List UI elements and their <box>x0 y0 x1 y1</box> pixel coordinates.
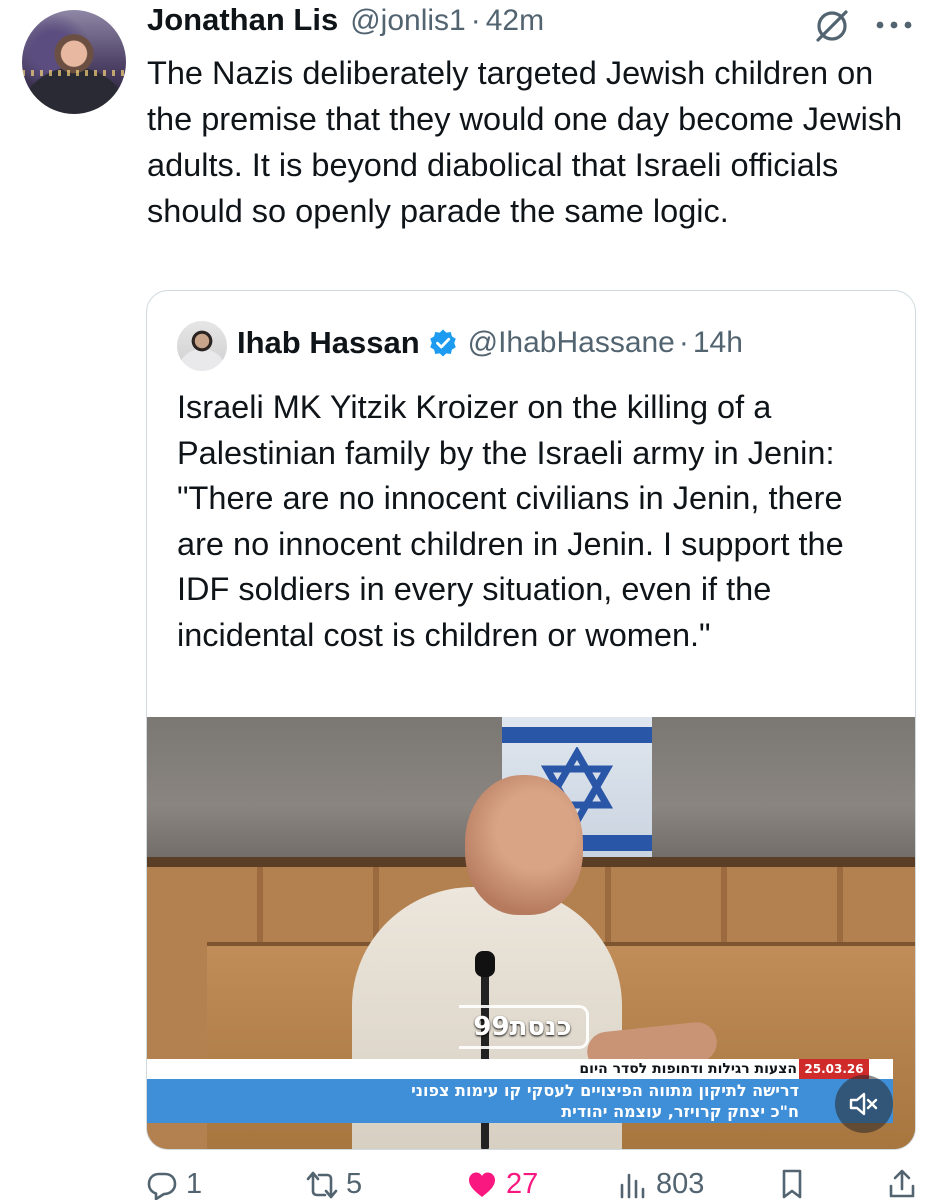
reply-icon <box>147 1172 177 1200</box>
like-count: 27 <box>506 1168 539 1200</box>
repost-button[interactable]: 5 <box>306 1168 362 1200</box>
news-ticker-header: הצעות רגילות ודחופות לסדר היום 25.03.26 <box>147 1059 893 1079</box>
more-icon[interactable] <box>872 10 916 40</box>
speaker-muted-icon <box>849 1092 878 1116</box>
share-button[interactable] <box>886 1168 918 1200</box>
quoted-tweet-header: Ihab Hassan @IhabHassane · 14h <box>237 323 743 363</box>
bookmark-icon <box>782 1169 802 1199</box>
quoted-tweet-text: Israeli MK Yitzik Kroizer on the killing… <box>177 389 844 653</box>
tweet-timestamp[interactable]: 42m <box>486 4 544 38</box>
bookmark-button[interactable] <box>776 1168 808 1200</box>
separator-dot: · <box>470 4 481 37</box>
ticker-line-2: ח"כ יצחק קרויזר, עוצמה יהודית <box>561 1102 799 1121</box>
action-bar: 1 5 27 803 <box>146 1168 926 1200</box>
news-ticker: דרישה לתיקון מתווה הפיצויים לעסקי קו עימ… <box>147 1079 893 1123</box>
quoted-author-display-name[interactable]: Ihab Hassan <box>237 325 420 361</box>
video-player[interactable]: כנסת99 הצעות רגילות ודחופות לסדר היום 25… <box>147 717 915 1149</box>
quoted-author-avatar[interactable] <box>177 321 227 371</box>
ticker-line-1: דרישה לתיקון מתווה הפיצויים לעסקי קו עימ… <box>411 1081 799 1100</box>
grok-icon[interactable] <box>812 6 852 46</box>
author-display-name[interactable]: Jonathan Lis <box>147 2 338 38</box>
quoted-tweet-timestamp[interactable]: 14h <box>693 326 743 360</box>
separator-dot: · <box>678 326 689 359</box>
repost-count: 5 <box>346 1168 363 1200</box>
heart-filled-icon <box>469 1172 495 1197</box>
verified-badge-icon <box>429 329 456 357</box>
tweet[interactable]: Jonathan Lis @jonlis1 · 42m The Nazis de… <box>0 0 939 1200</box>
quoted-tweet[interactable]: Ihab Hassan @IhabHassane · 14h Israeli M… <box>146 290 916 1150</box>
author-avatar[interactable] <box>22 10 126 114</box>
repost-icon <box>306 1171 338 1198</box>
share-icon <box>889 1169 915 1198</box>
tweet-header: Jonathan Lis @jonlis1 · 42m <box>147 2 544 42</box>
ticker-header-text: הצעות רגילות ודחופות לסדר היום <box>579 1061 797 1077</box>
views-button[interactable]: 803 <box>616 1168 704 1200</box>
tweet-text: The Nazis deliberately targeted Jewish c… <box>147 55 903 229</box>
author-handle[interactable]: @jonlis1 <box>350 4 466 38</box>
views-count: 803 <box>656 1168 705 1200</box>
views-chart-icon <box>620 1173 645 1198</box>
quoted-author-handle[interactable]: @IhabHassane <box>468 326 675 360</box>
channel-logo: כנסת99 <box>459 1005 589 1049</box>
reply-count: 1 <box>186 1168 203 1200</box>
like-button[interactable]: 27 <box>466 1168 538 1200</box>
mute-toggle-button[interactable] <box>835 1075 893 1133</box>
reply-button[interactable]: 1 <box>146 1168 202 1200</box>
